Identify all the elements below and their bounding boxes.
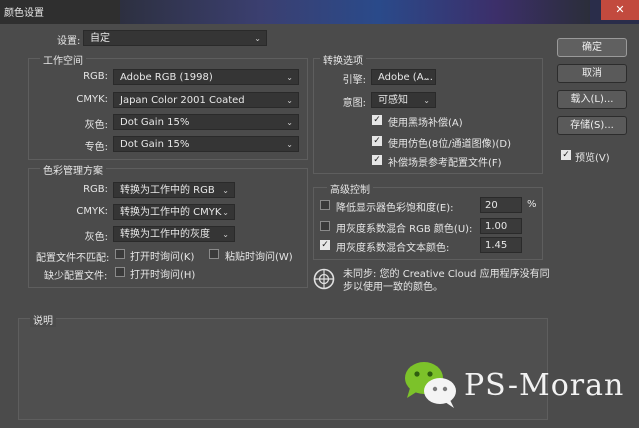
cp-gray-value: 转换为工作中的灰度 bbox=[120, 229, 210, 240]
close-icon[interactable]: ✕ bbox=[601, 0, 639, 20]
blend-text-checkbox[interactable]: ✓ bbox=[320, 240, 330, 250]
window-title: 颜色设置 bbox=[4, 8, 44, 19]
cp-rgb-value: 转换为工作中的 RGB bbox=[120, 185, 215, 196]
chevron-down-icon: ⌄ bbox=[423, 96, 430, 105]
black-point-label: 使用黑场补偿(A) bbox=[388, 118, 463, 129]
save-button[interactable]: 存储(S)... bbox=[557, 116, 627, 135]
ask-paste-checkbox[interactable] bbox=[209, 249, 219, 259]
desaturate-input[interactable]: 20 bbox=[480, 197, 522, 213]
ask-paste-label: 粘贴时询问(W) bbox=[225, 252, 293, 263]
preview-label: 预览(V) bbox=[575, 153, 610, 164]
desaturate-checkbox[interactable] bbox=[320, 200, 330, 210]
preview-checkbox[interactable]: ✓ bbox=[561, 150, 571, 160]
ask-open-missing-checkbox[interactable] bbox=[115, 267, 125, 277]
blend-rgb-label: 用灰度系数混合 RGB 颜色(U): bbox=[336, 224, 473, 235]
scene-compensate-label: 补偿场景参考配置文件(F) bbox=[388, 158, 502, 169]
chevron-down-icon: ⌄ bbox=[222, 186, 229, 195]
chevron-down-icon: ⌄ bbox=[286, 140, 293, 149]
chevron-down-icon: ⌄ bbox=[222, 230, 229, 239]
cp-rgb-select[interactable]: 转换为工作中的 RGB ⌄ bbox=[113, 182, 235, 198]
ws-cmyk-select[interactable]: Japan Color 2001 Coated ⌄ bbox=[113, 92, 299, 108]
creative-cloud-sync-icon bbox=[313, 268, 335, 290]
chevron-down-icon: ⌄ bbox=[423, 73, 430, 82]
intent-select[interactable]: 可感知 ⌄ bbox=[371, 92, 436, 108]
settings-label: 设置: bbox=[57, 36, 81, 47]
desaturate-label: 降低显示器色彩饱和度(E): bbox=[336, 203, 454, 214]
title-bar-backdrop bbox=[120, 0, 590, 24]
blend-text-label: 用灰度系数混合文本颜色: bbox=[336, 243, 450, 254]
ws-spot-select[interactable]: Dot Gain 15% ⌄ bbox=[113, 136, 299, 152]
settings-select[interactable]: 自定 ⌄ bbox=[83, 30, 267, 46]
cancel-button[interactable]: 取消 bbox=[557, 64, 627, 83]
ws-rgb-value: Adobe RGB (1998) bbox=[120, 72, 213, 83]
advanced-title: 高级控制 bbox=[327, 181, 373, 196]
ws-cmyk-label: CMYK: bbox=[76, 94, 108, 105]
cp-cmyk-select[interactable]: 转换为工作中的 CMYK ⌄ bbox=[113, 204, 235, 220]
ws-spot-label: 专色: bbox=[84, 142, 108, 153]
engine-label: 引擎: bbox=[342, 75, 366, 86]
cp-rgb-label: RGB: bbox=[83, 184, 108, 195]
ws-rgb-label: RGB: bbox=[83, 71, 108, 82]
ws-rgb-select[interactable]: Adobe RGB (1998) ⌄ bbox=[113, 69, 299, 85]
ws-cmyk-value: Japan Color 2001 Coated bbox=[120, 95, 245, 106]
ask-open-checkbox[interactable] bbox=[115, 249, 125, 259]
missing-label: 缺少配置文件: bbox=[44, 271, 108, 282]
ok-button[interactable]: 确定 bbox=[557, 38, 627, 57]
intent-label: 意图: bbox=[342, 98, 366, 109]
engine-select[interactable]: Adobe (A... ⌄ bbox=[371, 69, 436, 85]
wechat-icon bbox=[402, 358, 460, 410]
sync-text-line2: 步以使用一致的颜色。 bbox=[343, 282, 443, 293]
black-point-checkbox[interactable]: ✓ bbox=[372, 115, 382, 125]
ws-gray-label: 灰色: bbox=[84, 120, 108, 131]
chevron-down-icon: ⌄ bbox=[286, 118, 293, 127]
dither-checkbox[interactable]: ✓ bbox=[372, 136, 382, 146]
intent-value: 可感知 bbox=[378, 95, 408, 106]
working-spaces-title: 工作空间 bbox=[40, 52, 86, 67]
ws-spot-value: Dot Gain 15% bbox=[120, 139, 190, 150]
description-title: 说明 bbox=[30, 312, 56, 327]
cp-gray-select[interactable]: 转换为工作中的灰度 ⌄ bbox=[113, 226, 235, 242]
ws-gray-select[interactable]: Dot Gain 15% ⌄ bbox=[113, 114, 299, 130]
watermark-text: PS-Moran bbox=[464, 368, 625, 403]
scene-compensate-checkbox[interactable]: ✓ bbox=[372, 155, 382, 165]
ws-gray-value: Dot Gain 15% bbox=[120, 117, 190, 128]
mismatch-label: 配置文件不匹配: bbox=[36, 253, 110, 264]
color-policies-title: 色彩管理方案 bbox=[40, 162, 106, 177]
conversion-title: 转换选项 bbox=[320, 52, 366, 67]
ask-open-label: 打开时询问(K) bbox=[130, 252, 195, 263]
chevron-down-icon: ⌄ bbox=[222, 208, 229, 217]
desaturate-unit: % bbox=[527, 199, 537, 210]
blend-text-input[interactable]: 1.45 bbox=[480, 237, 522, 253]
cp-gray-label: 灰色: bbox=[84, 232, 108, 243]
settings-value: 自定 bbox=[90, 33, 110, 44]
cp-cmyk-value: 转换为工作中的 CMYK bbox=[120, 207, 222, 218]
chevron-down-icon: ⌄ bbox=[286, 73, 293, 82]
cp-cmyk-label: CMYK: bbox=[76, 206, 108, 217]
blend-rgb-input[interactable]: 1.00 bbox=[480, 218, 522, 234]
dither-label: 使用仿色(8位/通道图像)(D) bbox=[388, 139, 512, 150]
ask-open-missing-label: 打开时询问(H) bbox=[130, 270, 196, 281]
chevron-down-icon: ⌄ bbox=[254, 34, 261, 43]
load-button[interactable]: 载入(L)... bbox=[557, 90, 627, 109]
blend-rgb-checkbox[interactable] bbox=[320, 221, 330, 231]
chevron-down-icon: ⌄ bbox=[286, 96, 293, 105]
